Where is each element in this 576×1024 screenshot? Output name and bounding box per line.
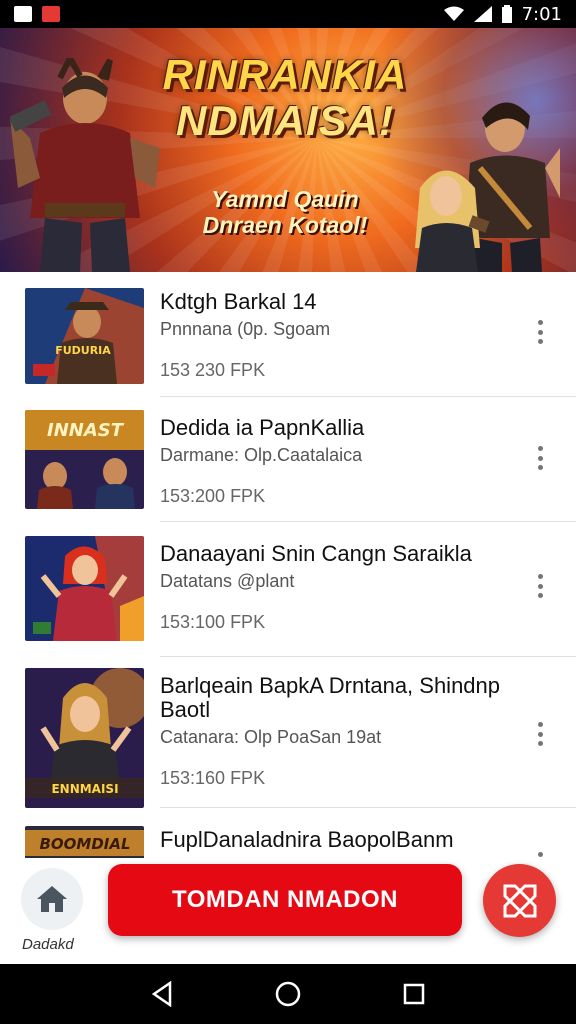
app-notification-icon	[42, 6, 60, 22]
list-item-info: Kdtgh Barkal 14 Pnnnana (0p. Sgoam 153 2…	[160, 290, 520, 381]
back-icon[interactable]	[150, 981, 174, 1007]
list-item-price: 153 230 FPK	[160, 360, 266, 380]
list-item-title: Kdtgh Barkal 14	[160, 289, 317, 314]
list-item-title: Danaayani Snin Cangn Saraikla	[160, 541, 472, 566]
gallery-icon	[14, 6, 32, 22]
system-nav-bar	[0, 964, 576, 1024]
list-item-title: Barlqeain BapkA Drntana, Shindnp Baotl	[160, 673, 501, 722]
list-item[interactable]: BOOMDIAL FuplDanaladnira BaopolBanm	[0, 818, 576, 860]
list-item-subtitle: Datatans @plant	[160, 571, 295, 591]
game-thumbnail: BOOMDIAL	[25, 826, 144, 860]
thumbnail-caption: ENNMAISI	[51, 782, 118, 796]
list-item[interactable]: ENNMAISI Barlqeain BapkA Drntana, Shindn…	[0, 662, 576, 808]
list-item-info: FuplDanaladnira BaopolBanm	[160, 828, 520, 852]
hero-heroine-illustration	[415, 170, 490, 272]
game-list: FUDURIA Kdtgh Barkal 14 Pnnnana (0p. Sgo…	[0, 272, 576, 860]
list-item-subtitle: Pnnnana (0p. Sgoam	[160, 319, 331, 339]
divider	[160, 521, 576, 522]
recents-icon[interactable]	[402, 982, 426, 1006]
divider	[160, 807, 576, 808]
more-options-icon[interactable]	[530, 438, 550, 478]
banner-title-line1: RINRANKIA	[162, 51, 408, 98]
banner-subtitle-line2: Dnraen Kotaol!	[202, 212, 368, 238]
primary-cta-button[interactable]: TOMDAN NMADON	[108, 864, 462, 936]
signal-icon	[473, 6, 492, 22]
game-thumbnail	[25, 536, 144, 641]
list-item-subtitle: Catanara: Olp PoaSan 19at	[160, 727, 382, 747]
list-item-price: 153:200 FPK	[160, 486, 266, 506]
banner-title: RINRANKIA NDMAISA!	[150, 52, 420, 144]
game-thumbnail: ENNMAISI	[25, 668, 144, 808]
home-circle-icon[interactable]	[274, 980, 302, 1008]
wifi-icon	[443, 6, 464, 21]
banner-subtitle: Yamnd Qauin Dnraen Kotaol!	[190, 186, 380, 238]
list-item[interactable]: FUDURIA Kdtgh Barkal 14 Pnnnana (0p. Sgo…	[0, 282, 576, 396]
more-options-icon[interactable]	[530, 566, 550, 606]
list-item-title: FuplDanaladnira BaopolBanm	[160, 827, 454, 852]
app-screen: 7:01 RINRANKIA NDMAISA! Yamnd Qauin Dnra…	[0, 0, 576, 1024]
thumbnail-caption: INNAST	[47, 420, 125, 441]
list-item-info: Dedida ia PapnKallia Darmane: Olp.Caatal…	[160, 416, 520, 507]
promo-banner[interactable]: RINRANKIA NDMAISA! Yamnd Qauin Dnraen Ko…	[0, 28, 576, 272]
divider	[160, 656, 576, 657]
banner-title-line2: NDMAISA!	[176, 97, 394, 144]
home-button[interactable]	[21, 868, 83, 930]
status-right: 7:01	[443, 3, 562, 25]
list-item-info: Danaayani Snin Cangn Saraikla Datatans @…	[160, 542, 520, 633]
more-options-icon[interactable]	[530, 312, 550, 352]
hero-warrior-illustration	[10, 58, 160, 272]
status-time: 7:01	[521, 3, 562, 25]
home-label: Dadakd	[22, 936, 74, 953]
status-left-icons	[14, 6, 60, 22]
home-icon	[37, 886, 67, 912]
list-item-subtitle: Darmane: Olp.Caatalaica	[160, 445, 363, 465]
list-item[interactable]: INNAST Dedida ia PapnKallia Darmane: Olp…	[0, 402, 576, 520]
game-thumbnail: FUDURIA	[25, 288, 144, 384]
more-options-icon[interactable]	[530, 714, 550, 754]
battle-fab-button[interactable]	[483, 864, 556, 937]
status-bar: 7:01	[0, 0, 576, 28]
divider	[160, 396, 576, 397]
game-thumbnail: INNAST	[25, 410, 144, 509]
list-item-info: Barlqeain BapkA Drntana, Shindnp Baotl C…	[160, 674, 520, 789]
crossed-swords-icon	[503, 884, 536, 917]
bottom-action-bar: Dadakd TOMDAN NMADON	[0, 858, 576, 964]
banner-subtitle-line1: Yamnd Qauin	[211, 186, 359, 212]
list-item-title: Dedida ia PapnKallia	[160, 415, 365, 440]
thumbnail-caption: FUDURIA	[55, 344, 111, 357]
list-item-price: 153:100 FPK	[160, 612, 266, 632]
battery-icon	[501, 5, 512, 23]
thumbnail-caption: BOOMDIAL	[39, 835, 130, 853]
list-item-price: 153:160 FPK	[160, 768, 266, 788]
list-item[interactable]: Danaayani Snin Cangn Saraikla Datatans @…	[0, 528, 576, 654]
